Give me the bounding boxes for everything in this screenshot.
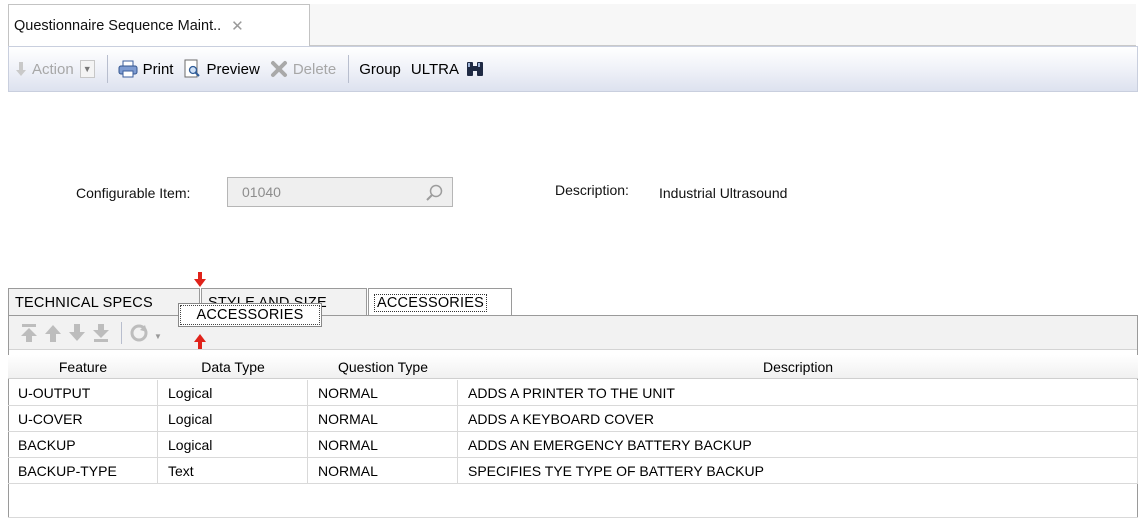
tab-accessories[interactable]: ACCESSORIES [368, 288, 512, 316]
toolbar-separator [348, 55, 350, 83]
tab-drag-ghost: ACCESSORIES [178, 303, 322, 327]
grid-header: Feature Data Type Question Type Descript… [8, 355, 1138, 379]
search-icon[interactable] [424, 183, 444, 203]
configurable-item-label: Configurable Item: [76, 185, 191, 201]
configurable-item-value: 01040 [242, 184, 281, 200]
cell-feature: U-OUTPUT [8, 380, 158, 406]
table-row[interactable]: BACKUP Logical NORMAL ADDS AN EMERGENCY … [8, 432, 1138, 458]
cell-data-type: Logical [158, 432, 308, 458]
group-field: Group ULTRA [359, 60, 485, 78]
action-icon [16, 62, 26, 76]
chevron-down-icon[interactable]: ▼ [79, 60, 95, 78]
preview-button[interactable]: Preview [183, 59, 260, 79]
cell-data-type: Logical [158, 380, 308, 406]
cell-description: ADDS A PRINTER TO THE UNIT [458, 380, 1138, 406]
drop-marker-up-icon [194, 334, 206, 349]
cell-question-type: NORMAL [308, 406, 458, 432]
delete-icon [270, 61, 287, 77]
tab-technical-specs[interactable]: TECHNICAL SPECS [8, 288, 200, 316]
print-label: Print [142, 60, 174, 78]
cell-description: ADDS AN EMERGENCY BATTERY BACKUP [458, 432, 1138, 458]
move-to-bottom-icon[interactable] [91, 322, 111, 344]
close-icon[interactable]: ✕ [231, 17, 244, 35]
grid-empty-row [8, 494, 1138, 518]
configurable-item-field[interactable]: 01040 [227, 177, 453, 207]
preview-label: Preview [206, 60, 260, 78]
move-to-top-icon[interactable] [19, 322, 39, 344]
tab-label: ACCESSORIES [374, 293, 487, 312]
column-header-feature[interactable]: Feature [8, 355, 158, 379]
move-up-icon[interactable] [43, 322, 63, 344]
column-header-description[interactable]: Description [458, 355, 1138, 379]
delete-label: Delete [292, 60, 337, 78]
cell-description: SPECIFIES TYE TYPE OF BATTERY BACKUP [458, 458, 1138, 484]
refresh-icon[interactable] [128, 322, 150, 344]
table-row[interactable]: BACKUP-TYPE Text NORMAL SPECIFIES TYE TY… [8, 458, 1138, 484]
cell-feature: U-COVER [8, 406, 158, 432]
grid-toolbar-separator [121, 321, 122, 344]
refresh-dropdown-icon[interactable]: ▼ [154, 332, 162, 341]
drop-marker-down-icon [194, 272, 206, 287]
cell-feature: BACKUP-TYPE [8, 458, 158, 484]
preview-icon [184, 59, 201, 78]
printer-icon [118, 60, 138, 78]
table-row[interactable]: U-COVER Logical NORMAL ADDS A KEYBOARD C… [8, 406, 1138, 432]
cell-question-type: NORMAL [308, 380, 458, 406]
toolbar-separator [106, 55, 108, 83]
cell-question-type: NORMAL [308, 458, 458, 484]
main-toolbar: Action ▼ Print Preview Delete Group ULTR… [8, 46, 1138, 92]
binoculars-icon[interactable] [465, 60, 485, 78]
action-label: Action [32, 60, 74, 78]
document-tab-strip: Questionnaire Sequence Maint.. ✕ [0, 0, 1146, 46]
document-tab[interactable]: Questionnaire Sequence Maint.. ✕ [8, 4, 310, 46]
action-button[interactable]: Action ▼ [15, 60, 95, 78]
column-header-data-type[interactable]: Data Type [158, 355, 308, 379]
cell-data-type: Logical [158, 406, 308, 432]
tab-label: TECHNICAL SPECS [15, 294, 153, 311]
group-label: Group [359, 60, 401, 78]
tab-strip-background [310, 4, 1136, 46]
delete-button[interactable]: Delete [270, 60, 336, 78]
group-value: ULTRA [410, 60, 459, 78]
cell-question-type: NORMAL [308, 432, 458, 458]
description-value: Industrial Ultrasound [659, 185, 788, 201]
document-tab-title: Questionnaire Sequence Maint.. [14, 17, 222, 34]
move-down-icon[interactable] [67, 322, 87, 344]
cell-data-type: Text [158, 458, 308, 484]
print-button[interactable]: Print [118, 60, 174, 78]
table-row[interactable]: U-OUTPUT Logical NORMAL ADDS A PRINTER T… [8, 380, 1138, 406]
cell-feature: BACKUP [8, 432, 158, 458]
cell-description: ADDS A KEYBOARD COVER [458, 406, 1138, 432]
description-label: Description: [555, 182, 629, 198]
column-header-question-type[interactable]: Question Type [308, 355, 458, 379]
